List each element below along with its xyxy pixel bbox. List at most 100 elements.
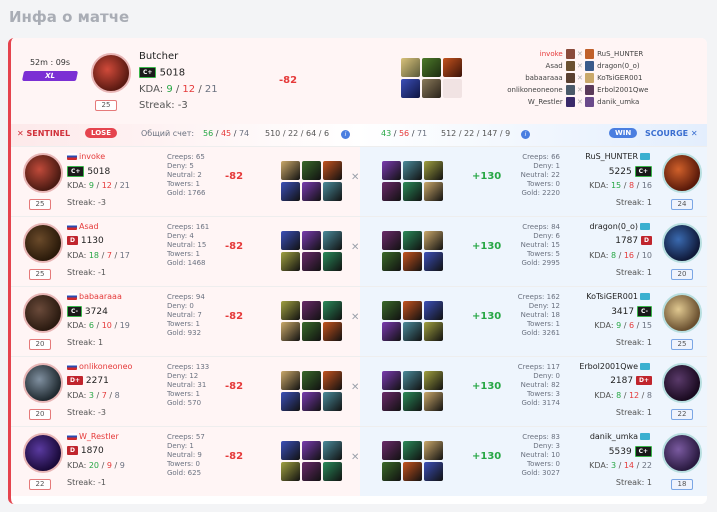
item-icon[interactable] [302, 392, 321, 411]
item-icon[interactable] [403, 182, 422, 201]
item-icon[interactable] [302, 322, 321, 341]
matchup-right-name[interactable]: danik_umka [594, 98, 701, 106]
hero-portrait[interactable] [662, 363, 702, 403]
hero-portrait[interactable] [91, 53, 131, 93]
item-icon[interactable] [424, 301, 443, 320]
hero-portrait[interactable] [662, 153, 702, 193]
item-icon[interactable] [382, 252, 401, 271]
player-name[interactable]: dragon(0_o) [589, 222, 638, 231]
item-icon[interactable] [424, 322, 443, 341]
matchup-left-name[interactable]: babaaraaa [457, 74, 566, 82]
item-icon[interactable] [403, 462, 422, 481]
item-icon[interactable] [281, 161, 300, 180]
item-icon[interactable] [281, 371, 300, 390]
item-icon[interactable] [323, 371, 342, 390]
hero-portrait[interactable] [662, 223, 702, 263]
item-icon[interactable] [302, 252, 321, 271]
matchup-right-name[interactable]: KoTsiGER001 [594, 74, 701, 82]
matchup-left-name[interactable]: invoke [457, 50, 566, 58]
hero-portrait[interactable] [23, 223, 63, 263]
hero-portrait[interactable] [23, 293, 63, 333]
matchup-left-name[interactable]: Asad [457, 62, 566, 70]
item-icon[interactable] [382, 371, 401, 390]
item-icon[interactable] [403, 392, 422, 411]
player-name[interactable]: invoke [79, 152, 105, 161]
hero-portrait[interactable] [23, 153, 63, 193]
item-icon[interactable] [424, 161, 443, 180]
item-icon[interactable] [401, 58, 420, 77]
item-icon[interactable] [302, 182, 321, 201]
item-icon[interactable] [422, 58, 441, 77]
item-icon[interactable] [281, 322, 300, 341]
player-name[interactable]: Erbol2001Qwe [579, 362, 638, 371]
item-icon[interactable] [281, 231, 300, 250]
item-icon[interactable] [382, 182, 401, 201]
item-icon[interactable] [424, 462, 443, 481]
item-icon[interactable] [323, 301, 342, 320]
item-icon[interactable] [302, 462, 321, 481]
item-icon[interactable] [422, 79, 441, 98]
item-icon[interactable] [401, 79, 420, 98]
item-icon[interactable] [281, 301, 300, 320]
item-icon[interactable] [424, 371, 443, 390]
item-icon[interactable] [281, 392, 300, 411]
item-icon[interactable] [323, 252, 342, 271]
item-icon[interactable] [382, 301, 401, 320]
hero-portrait[interactable] [662, 433, 702, 473]
item-icon[interactable] [382, 231, 401, 250]
item-icon[interactable] [323, 441, 342, 460]
item-icon[interactable] [281, 252, 300, 271]
matchup-right-name[interactable]: RuS_HUNTER [594, 50, 701, 58]
item-icon[interactable] [302, 301, 321, 320]
item-icon[interactable] [382, 441, 401, 460]
item-icon[interactable] [403, 322, 422, 341]
item-icon[interactable] [281, 462, 300, 481]
player-name[interactable]: babaaraaa [79, 292, 122, 301]
item-icon[interactable] [323, 322, 342, 341]
item-icon[interactable] [403, 441, 422, 460]
player-name[interactable]: W_Restler [79, 432, 119, 441]
matchup-left-name[interactable]: onlikoneoneone [457, 86, 566, 94]
item-icon[interactable] [382, 161, 401, 180]
player-name[interactable]: KoTsiGER001 [586, 292, 638, 301]
item-icon[interactable] [323, 161, 342, 180]
item-icon[interactable] [424, 441, 443, 460]
item-icon[interactable] [302, 371, 321, 390]
item-icon[interactable] [382, 462, 401, 481]
matchup-left-name[interactable]: W_Restler [457, 98, 566, 106]
matchup-right-name[interactable]: Erbol2001Qwe [594, 86, 701, 94]
item-icon[interactable] [424, 392, 443, 411]
item-icon[interactable] [403, 252, 422, 271]
item-icon[interactable] [281, 182, 300, 201]
item-icon[interactable] [403, 161, 422, 180]
item-icon[interactable] [403, 301, 422, 320]
item-icon[interactable] [323, 182, 342, 201]
item-icon[interactable] [424, 252, 443, 271]
info-icon[interactable]: i [521, 130, 530, 139]
item-icon[interactable] [281, 441, 300, 460]
item-icon[interactable] [323, 392, 342, 411]
item-icon[interactable] [302, 441, 321, 460]
info-icon[interactable]: i [341, 130, 350, 139]
item-icon[interactable] [302, 161, 321, 180]
item-icon[interactable] [323, 462, 342, 481]
matchup-right-name[interactable]: dragon(0_o) [594, 62, 701, 70]
player-name[interactable]: RuS_HUNTER [585, 152, 638, 161]
player-name[interactable]: onlikoneoneo [79, 362, 132, 371]
item-icon[interactable] [382, 322, 401, 341]
player-name[interactable]: Asad [79, 222, 99, 231]
item-icon[interactable] [382, 392, 401, 411]
player-name[interactable]: danik_umka [590, 432, 638, 441]
rank-badge: D [641, 236, 652, 245]
item-icon[interactable] [424, 182, 443, 201]
item-icon[interactable] [302, 231, 321, 250]
hero-portrait[interactable] [23, 433, 63, 473]
item-icon[interactable] [403, 371, 422, 390]
hero-portrait[interactable] [23, 363, 63, 403]
hero-portrait[interactable] [662, 293, 702, 333]
player-name[interactable]: Butcher [139, 51, 178, 62]
item-icon[interactable] [424, 231, 443, 250]
item-icon[interactable] [403, 231, 422, 250]
item-icon[interactable] [323, 231, 342, 250]
player-streak: Streak: 1 [615, 478, 652, 487]
